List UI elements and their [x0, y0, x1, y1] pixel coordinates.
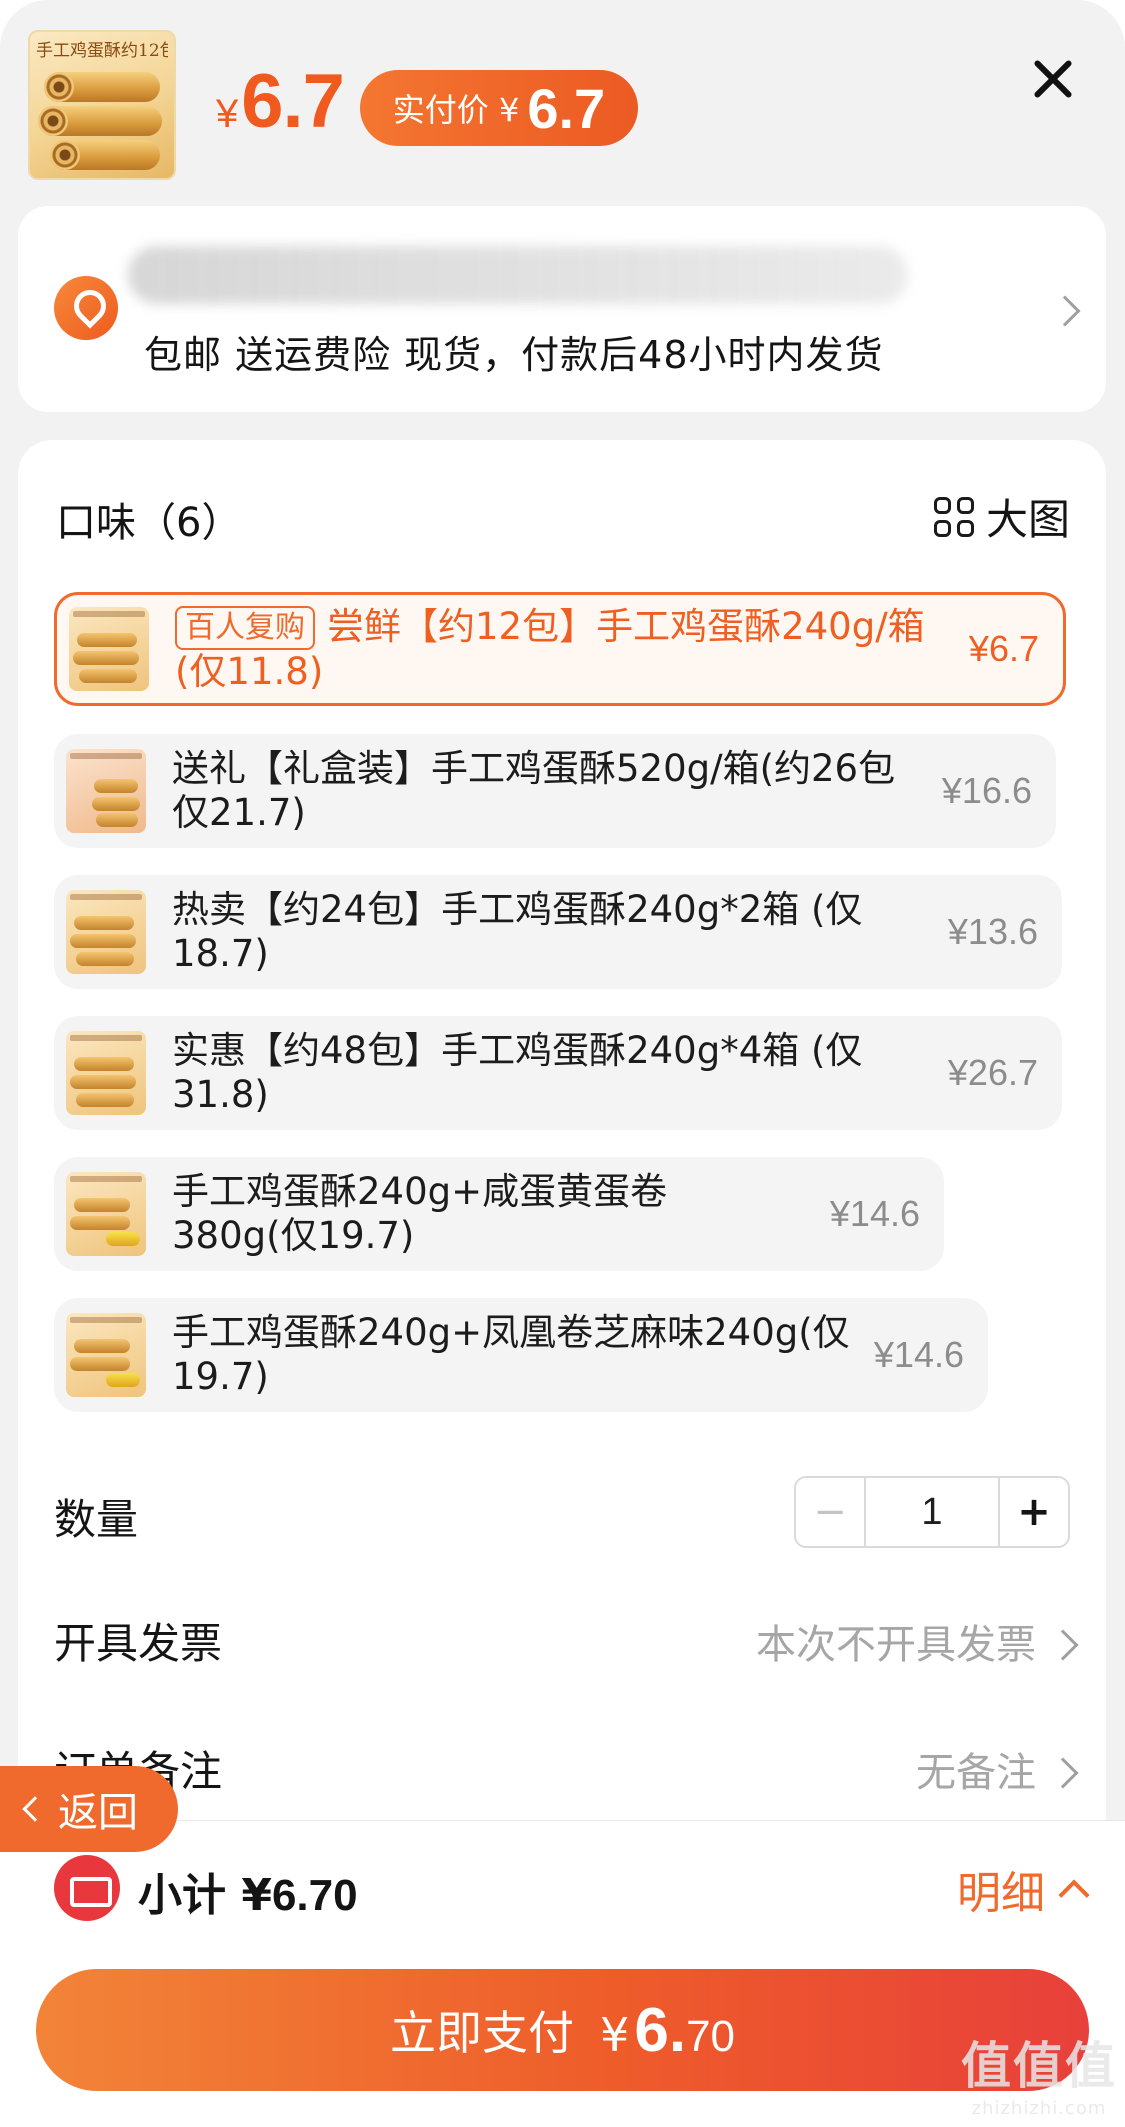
big-view-toggle[interactable]: 大图 — [933, 486, 1070, 547]
actual-pay-label: 实付价 ¥ — [392, 91, 520, 129]
pay-now-int: 6. — [634, 1995, 687, 2065]
back-label: 返回 — [58, 1790, 138, 1836]
product-thumbnail: 手工鸡蛋酥约12包 — [28, 30, 176, 180]
quantity-stepper: − 1 + — [794, 1476, 1070, 1548]
subtotal-value: 6.70 — [271, 1871, 358, 1920]
option-thumbnail — [66, 1031, 146, 1115]
option-label: 送礼【礼盒装】手工鸡蛋酥520g/箱(约26包仅21.7) — [172, 747, 896, 834]
pay-now-amount: ¥ 6.70 — [600, 1995, 735, 2066]
flavor-option[interactable]: 手工鸡蛋酥240g+凤凰卷芝麻味240g(仅19.7) ¥14.6 — [54, 1298, 988, 1412]
pay-now-button[interactable]: 立即支付 ¥ 6.70 — [36, 1969, 1089, 2091]
actual-pay-value: 6.7 — [527, 76, 606, 140]
increment-button[interactable]: + — [998, 1478, 1068, 1546]
coupon-icon — [54, 1855, 120, 1921]
option-thumbnail — [66, 1313, 146, 1397]
chevron-up-icon — [1058, 1879, 1090, 1911]
shipping-info: 包邮 送运费险 现货，付款后48小时内发货 — [144, 333, 884, 377]
close-icon[interactable] — [1030, 56, 1076, 102]
option-price: ¥14.6 — [829, 1193, 920, 1234]
option-thumbnail — [66, 1172, 146, 1256]
option-price: ¥13.6 — [947, 911, 1038, 952]
flavor-option[interactable]: 百人复购 尝鲜【约12包】手工鸡蛋酥240g/箱 (仅11.8) ¥6.7 — [54, 592, 1066, 706]
pay-now-dec: 70 — [686, 2011, 736, 2061]
address-card[interactable]: 包邮 送运费险 现货，付款后48小时内发货 — [18, 206, 1106, 412]
remark-value: 无备注 — [916, 1750, 1036, 1796]
option-label: 热卖【约24包】手工鸡蛋酥240g*2箱 (仅18.7) — [172, 888, 863, 975]
option-thumbnail — [69, 607, 149, 691]
flavor-title: 口味（6） — [56, 500, 242, 546]
invoice-label: 开具发票 — [54, 1619, 223, 1668]
option-label: 手工鸡蛋酥240g+凤凰卷芝麻味240g(仅19.7) — [172, 1311, 850, 1398]
pay-now-currency: ¥ — [599, 2007, 630, 2062]
repurchase-badge: 百人复购 — [175, 605, 315, 650]
quantity-value[interactable]: 1 — [866, 1478, 998, 1546]
detail-label: 明细 — [957, 1868, 1045, 1919]
watermark-logo: 值值值 — [961, 2037, 1117, 2095]
price-value: 6.7 — [241, 59, 345, 144]
option-price: ¥6.7 — [968, 628, 1039, 669]
flavor-option[interactable]: 实惠【约48包】手工鸡蛋酥240g*4箱 (仅31.8) ¥26.7 — [54, 1016, 1062, 1130]
option-price: ¥14.6 — [873, 1334, 964, 1375]
chevron-right-icon — [1047, 1757, 1079, 1789]
chevron-right-icon — [1047, 1629, 1079, 1661]
checkout-bar: 小计 ¥6.70 明细 立即支付 ¥ 6.70 值值值 zhizhizhi.co… — [0, 1820, 1125, 2127]
quantity-label: 数量 — [54, 1495, 139, 1544]
detail-toggle[interactable]: 明细 — [957, 1857, 1090, 1921]
invoice-value: 本次不开具发票 — [756, 1622, 1036, 1668]
site-watermark: 值值值 zhizhizhi.com — [961, 2026, 1117, 2119]
option-price: ¥26.7 — [947, 1052, 1038, 1093]
back-button[interactable]: 返回 — [0, 1766, 178, 1852]
chevron-right-icon — [1049, 295, 1081, 327]
product-price: ¥6.7 — [216, 58, 345, 145]
thumbnail-caption: 手工鸡蛋酥约12包 — [36, 41, 168, 61]
option-thumbnail — [66, 890, 146, 974]
watermark-url: zhizhizhi.com — [971, 2098, 1107, 2119]
actual-pay-badge: 实付价 ¥ 6.7 — [360, 70, 638, 146]
price-currency: ¥ — [216, 92, 238, 136]
option-thumbnail — [66, 749, 146, 833]
location-pin-icon — [54, 276, 118, 340]
checkout-sheet: 手工鸡蛋酥约12包 ¥6.7 实付价 ¥ 6.7 包邮 送运费险 现货，付款后4… — [0, 0, 1125, 2127]
option-price: ¥16.6 — [941, 770, 1032, 811]
flavor-option[interactable]: 手工鸡蛋酥240g+咸蛋黄蛋卷380g(仅19.7) ¥14.6 — [54, 1157, 944, 1271]
option-label: 手工鸡蛋酥240g+咸蛋黄蛋卷380g(仅19.7) — [172, 1170, 668, 1257]
options-panel: 口味（6） 大图 百人复购 尝鲜【约12包】手工鸡蛋酥240g/箱 (仅11.8)… — [18, 440, 1106, 1860]
subtotal-label: 小计 ¥ — [138, 1870, 272, 1921]
decrement-button[interactable]: − — [796, 1478, 866, 1546]
big-view-label: 大图 — [985, 495, 1070, 544]
address-redacted — [128, 246, 908, 304]
option-label: 实惠【约48包】手工鸡蛋酥240g*4箱 (仅31.8) — [172, 1029, 863, 1116]
chevron-left-icon — [22, 1796, 48, 1822]
flavor-option[interactable]: 送礼【礼盒装】手工鸡蛋酥520g/箱(约26包仅21.7) ¥16.6 — [54, 734, 1056, 848]
subtotal: 小计 ¥6.70 — [138, 1859, 358, 1923]
pay-now-label: 立即支付 — [389, 2006, 574, 2060]
flavor-option[interactable]: 热卖【约24包】手工鸡蛋酥240g*2箱 (仅18.7) ¥13.6 — [54, 875, 1062, 989]
grid-icon — [933, 496, 974, 537]
